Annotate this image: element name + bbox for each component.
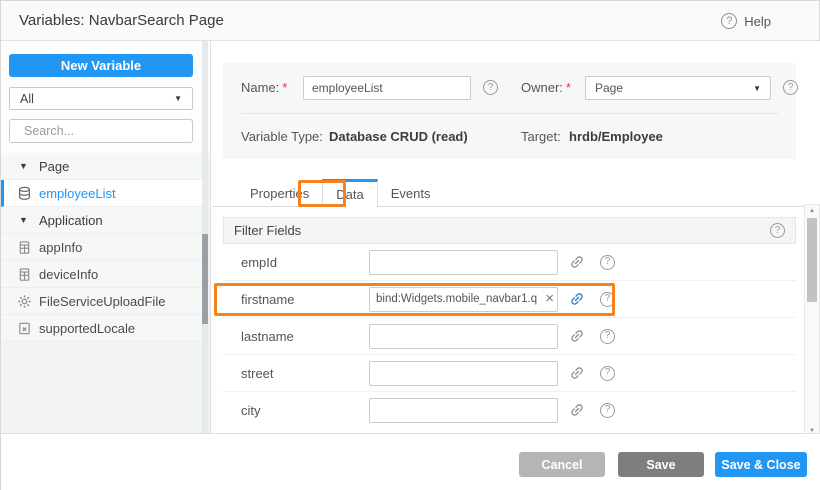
variable-type-label: Variable Type:: [241, 129, 323, 144]
sidebar-item-fileserviceuploadfile[interactable]: FileServiceUploadFile: [1, 288, 203, 315]
tree-item-label: FileServiceUploadFile: [39, 294, 165, 309]
tree-group-label: Application: [39, 213, 103, 228]
dialog-header: Variables: NavbarSearch Page ? Help: [1, 1, 819, 41]
field-label: empId: [241, 255, 369, 270]
content-scrollbar-thumb[interactable]: [807, 218, 817, 302]
grid-icon: [17, 267, 32, 282]
tree-item-label: appInfo: [39, 240, 82, 255]
sidebar-item-supportedlocale[interactable]: supportedLocale: [1, 315, 203, 342]
bind-link-icon[interactable]: [569, 402, 585, 418]
filter-row-city: city ?: [223, 392, 796, 428]
variables-sidebar: New Variable All ▼ ▼ Page employeeList ▼…: [1, 41, 211, 433]
variable-detail-panel: Name:* ? Owner:* Page ▼ ? Variable Type:…: [212, 41, 820, 433]
sidebar-controls: New Variable All ▼: [1, 41, 210, 153]
field-label: street: [241, 366, 369, 381]
collapse-icon: ▼: [19, 161, 39, 171]
save-and-close-button[interactable]: Save & Close: [715, 452, 807, 477]
filter-row-lastname: lastname ?: [223, 318, 796, 355]
lastname-field[interactable]: [369, 324, 558, 349]
tree-item-label: deviceInfo: [39, 267, 98, 282]
field-label: lastname: [241, 329, 369, 344]
tree-group-application[interactable]: ▼ Application: [1, 207, 203, 234]
tree-item-label: supportedLocale: [39, 321, 135, 336]
field-help-icon[interactable]: ?: [600, 329, 615, 344]
variable-filter-value: All: [20, 92, 34, 106]
bind-link-icon[interactable]: [569, 365, 585, 381]
empid-field[interactable]: [369, 250, 558, 275]
variables-tree: ▼ Page employeeList ▼ Application appInf…: [1, 153, 203, 342]
variable-filter-dropdown[interactable]: All ▼: [9, 87, 193, 110]
firstname-field[interactable]: [369, 287, 558, 312]
owner-help-icon[interactable]: ?: [783, 80, 798, 95]
cancel-button[interactable]: Cancel: [519, 452, 605, 477]
name-help-icon[interactable]: ?: [483, 80, 498, 95]
target-value: hrdb/Employee: [569, 129, 663, 144]
filter-row-street: street ?: [223, 355, 796, 392]
street-field[interactable]: [369, 361, 558, 386]
variable-type-value: Database CRUD (read): [329, 129, 468, 144]
filter-row-empid: empId ?: [223, 244, 796, 281]
clear-binding-icon[interactable]: ×: [545, 290, 554, 308]
tree-item-label: employeeList: [39, 186, 116, 201]
sidebar-scrollbar-thumb[interactable]: [202, 234, 208, 324]
name-label: Name:*: [241, 80, 287, 95]
sidebar-item-deviceinfo[interactable]: deviceInfo: [1, 261, 203, 288]
field-help-icon[interactable]: ?: [600, 255, 615, 270]
detail-tabbar: Properties Data Events: [212, 179, 820, 207]
filter-fields-help-icon[interactable]: ?: [770, 223, 785, 238]
tab-properties[interactable]: Properties: [237, 179, 322, 207]
help-label: Help: [744, 14, 771, 29]
document-icon: [17, 321, 32, 336]
filter-row-firstname: firstname × ?: [223, 281, 796, 318]
chevron-down-icon: ▼: [753, 84, 761, 93]
scroll-up-icon[interactable]: ▲: [805, 208, 819, 214]
collapse-icon: ▼: [19, 215, 39, 225]
field-help-icon[interactable]: ?: [600, 292, 615, 307]
sidebar-item-employeelist[interactable]: employeeList: [1, 180, 203, 207]
bind-link-icon[interactable]: [569, 254, 585, 270]
help-button[interactable]: ? Help: [721, 1, 771, 41]
gear-icon: [17, 294, 32, 309]
filter-fields-panel: Filter Fields ? empId ? firstname × ? la…: [223, 217, 796, 428]
variables-dialog: Variables: NavbarSearch Page ? Help New …: [0, 0, 820, 490]
divider: [241, 113, 778, 114]
help-icon: ?: [721, 13, 737, 29]
target-label: Target:: [521, 129, 561, 144]
field-help-icon[interactable]: ?: [600, 403, 615, 418]
database-icon: [17, 186, 32, 201]
bind-link-icon[interactable]: [569, 291, 585, 307]
dialog-footer: Cancel Save Save & Close: [1, 433, 820, 490]
content-scrollbar-track[interactable]: ▲ ▼: [804, 204, 820, 438]
sidebar-item-appinfo[interactable]: appInfo: [1, 234, 203, 261]
search-box: [9, 119, 193, 143]
search-input[interactable]: [24, 124, 185, 138]
owner-label: Owner:*: [521, 80, 571, 95]
bind-link-icon[interactable]: [569, 328, 585, 344]
tab-data[interactable]: Data: [322, 179, 377, 207]
field-label: firstname: [241, 292, 369, 307]
filter-fields-title: Filter Fields: [234, 223, 301, 238]
field-help-icon[interactable]: ?: [600, 366, 615, 381]
required-marker: *: [566, 80, 571, 95]
page-title: Variables: NavbarSearch Page: [19, 12, 224, 29]
tree-group-label: Page: [39, 159, 69, 174]
chevron-down-icon: ▼: [174, 94, 182, 103]
grid-icon: [17, 240, 32, 255]
filter-fields-header: Filter Fields ?: [223, 217, 796, 244]
owner-select-value: Page: [595, 81, 623, 95]
variable-info-box: Name:* ? Owner:* Page ▼ ? Variable Type:…: [223, 63, 796, 159]
new-variable-button[interactable]: New Variable: [9, 54, 193, 77]
tab-events[interactable]: Events: [378, 179, 444, 207]
city-field[interactable]: [369, 398, 558, 423]
field-label: city: [241, 403, 369, 418]
save-button[interactable]: Save: [618, 452, 704, 477]
name-field[interactable]: [303, 76, 471, 100]
tree-group-page[interactable]: ▼ Page: [1, 153, 203, 180]
owner-select[interactable]: Page ▼: [585, 76, 771, 100]
required-marker: *: [282, 80, 287, 95]
